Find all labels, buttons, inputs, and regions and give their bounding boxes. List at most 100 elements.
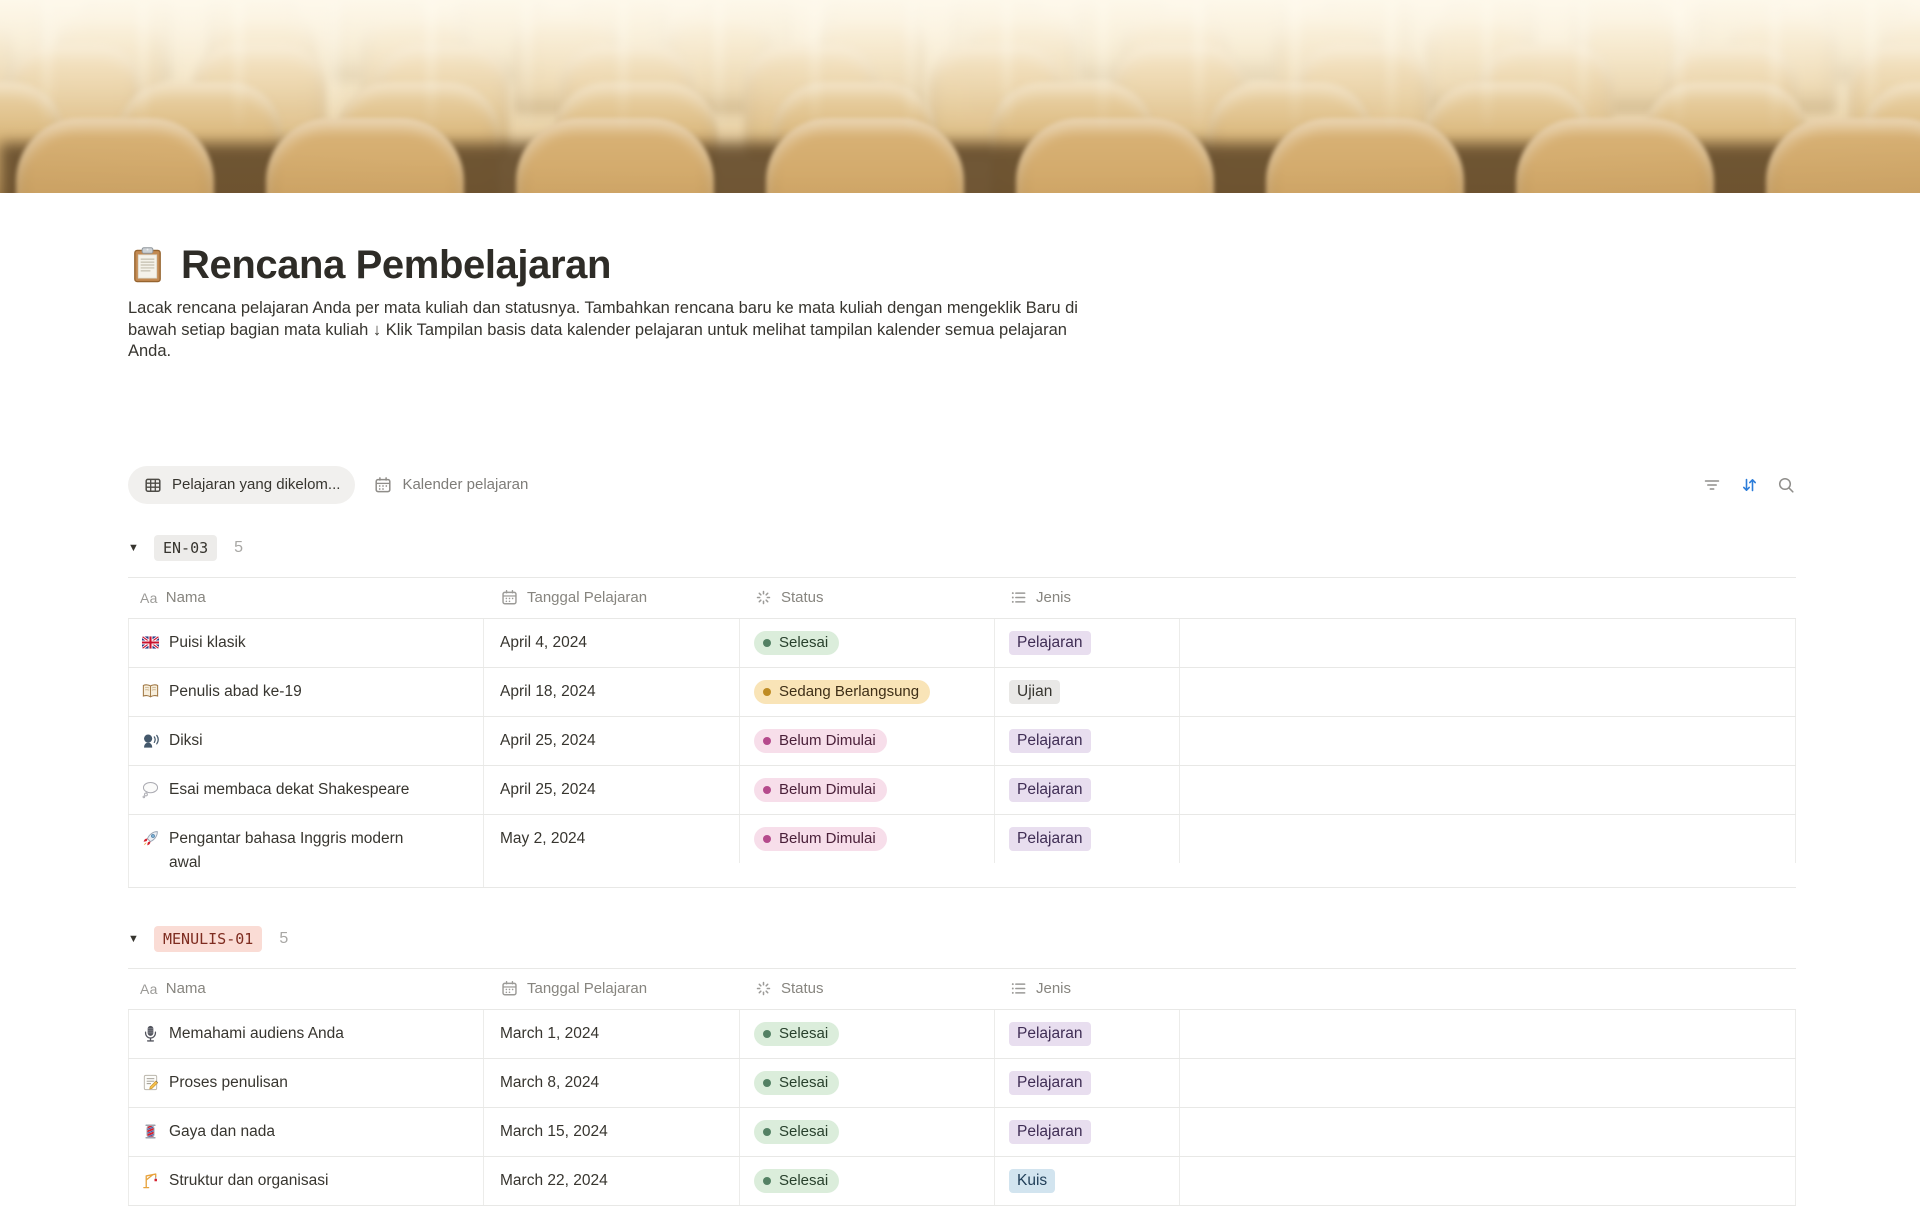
- status-badge: Sedang Berlangsung: [754, 680, 930, 704]
- lesson-name[interactable]: Gaya dan nada: [169, 1120, 275, 1144]
- lesson-name[interactable]: Puisi klasik: [169, 631, 246, 655]
- table-row[interactable]: Pengantar bahasa Inggris modern awal May…: [128, 815, 1796, 888]
- status-cell[interactable]: Belum Dimulai: [740, 766, 995, 814]
- sort-icon[interactable]: [1739, 475, 1759, 495]
- group-tag[interactable]: EN-03: [154, 535, 217, 561]
- barber-pole-icon: [141, 1122, 160, 1141]
- type-cell[interactable]: Pelajaran: [995, 1059, 1180, 1107]
- type-cell[interactable]: Pelajaran: [995, 1108, 1180, 1156]
- lesson-date[interactable]: March 8, 2024: [484, 1059, 740, 1107]
- search-icon[interactable]: [1776, 475, 1796, 495]
- table-row[interactable]: Memahami audiens Anda March 1, 2024 Sele…: [128, 1010, 1796, 1059]
- lesson-name[interactable]: Esai membaca dekat Shakespeare: [169, 778, 409, 802]
- table-row[interactable]: Struktur dan organisasi March 22, 2024 S…: [128, 1157, 1796, 1206]
- crane-icon: [141, 1171, 160, 1190]
- lesson-date[interactable]: April 25, 2024: [484, 766, 740, 814]
- type-cell[interactable]: Ujian: [995, 668, 1180, 716]
- lesson-date[interactable]: March 22, 2024: [484, 1157, 740, 1205]
- status-cell[interactable]: Sedang Berlangsung: [740, 668, 995, 716]
- lesson-date[interactable]: April 18, 2024: [484, 668, 740, 716]
- group-count: 5: [234, 539, 243, 557]
- column-header-type[interactable]: Jenis: [995, 588, 1180, 607]
- collapse-toggle-icon[interactable]: ▼: [128, 933, 154, 945]
- type-cell[interactable]: Pelajaran: [995, 619, 1180, 667]
- lesson-name[interactable]: Memahami audiens Anda: [169, 1022, 344, 1046]
- lesson-date[interactable]: April 4, 2024: [484, 619, 740, 667]
- column-header-name[interactable]: Aa Nama: [128, 589, 484, 606]
- page-description: Lacak rencana pelajaran Anda per mata ku…: [128, 298, 1082, 363]
- cover-image: [0, 0, 1920, 193]
- table-header: Aa Nama Tanggal Pelajaran Status Jenis: [128, 577, 1796, 619]
- table-row[interactable]: Diksi April 25, 2024 Belum Dimulai Pelaj…: [128, 717, 1796, 766]
- table-en03: Aa Nama Tanggal Pelajaran Status Jenis P…: [128, 577, 1796, 888]
- status-cell[interactable]: Selesai: [740, 619, 995, 667]
- lesson-name[interactable]: Pengantar bahasa Inggris modern awal: [169, 827, 421, 875]
- column-header-name[interactable]: Aa Nama: [128, 980, 484, 997]
- view-toolbar: Pelajaran yang dikelom... Kalender pelaj…: [128, 461, 1796, 509]
- table-menulis01: Aa Nama Tanggal Pelajaran Status Jenis M…: [128, 968, 1796, 1206]
- type-badge: Ujian: [1009, 680, 1060, 704]
- text-type-icon: Aa: [140, 981, 158, 997]
- lesson-name[interactable]: Struktur dan organisasi: [169, 1169, 328, 1193]
- lesson-date[interactable]: March 1, 2024: [484, 1010, 740, 1058]
- tab-lesson-calendar[interactable]: Kalender pelajaran: [373, 475, 528, 495]
- type-cell[interactable]: Kuis: [995, 1157, 1180, 1205]
- column-header-date[interactable]: Tanggal Pelajaran: [484, 979, 740, 998]
- table-row[interactable]: Proses penulisan March 8, 2024 Selesai P…: [128, 1059, 1796, 1108]
- lesson-date[interactable]: March 15, 2024: [484, 1108, 740, 1156]
- lesson-name[interactable]: Proses penulisan: [169, 1071, 288, 1095]
- empty-cell: [1180, 1157, 1796, 1205]
- calendar-icon: [500, 588, 519, 607]
- page-title: Rencana Pembelajaran: [181, 243, 611, 288]
- calendar-view-icon: [373, 475, 393, 495]
- status-spinner-icon: [754, 588, 773, 607]
- type-badge: Pelajaran: [1009, 1071, 1091, 1095]
- column-header-status[interactable]: Status: [740, 588, 995, 607]
- column-header-type[interactable]: Jenis: [995, 979, 1180, 998]
- status-cell[interactable]: Selesai: [740, 1108, 995, 1156]
- table-row[interactable]: Penulis abad ke-19 April 18, 2024 Sedang…: [128, 668, 1796, 717]
- status-cell[interactable]: Selesai: [740, 1059, 995, 1107]
- status-badge: Selesai: [754, 1120, 839, 1144]
- type-badge: Kuis: [1009, 1169, 1055, 1193]
- empty-cell: [1180, 717, 1796, 765]
- lesson-date[interactable]: April 25, 2024: [484, 717, 740, 765]
- table-row[interactable]: Puisi klasik April 4, 2024 Selesai Pelaj…: [128, 619, 1796, 668]
- status-cell[interactable]: Belum Dimulai: [740, 815, 995, 863]
- clipboard-icon: [128, 246, 167, 285]
- open-book-icon: [141, 682, 160, 701]
- type-cell[interactable]: Pelajaran: [995, 717, 1180, 765]
- filter-icon[interactable]: [1702, 475, 1722, 495]
- column-header-date[interactable]: Tanggal Pelajaran: [484, 588, 740, 607]
- calendar-icon: [500, 979, 519, 998]
- uk-flag-icon: [141, 633, 160, 652]
- lesson-name[interactable]: Diksi: [169, 729, 203, 753]
- type-badge: Pelajaran: [1009, 1120, 1091, 1144]
- table-row[interactable]: Esai membaca dekat Shakespeare April 25,…: [128, 766, 1796, 815]
- type-cell[interactable]: Pelajaran: [995, 766, 1180, 814]
- tab-grouped-lessons[interactable]: Pelajaran yang dikelom...: [128, 466, 355, 504]
- lesson-date[interactable]: May 2, 2024: [484, 815, 740, 863]
- collapse-toggle-icon[interactable]: ▼: [128, 542, 154, 554]
- list-icon: [1009, 979, 1028, 998]
- type-badge: Pelajaran: [1009, 827, 1091, 851]
- empty-cell: [1180, 1059, 1796, 1107]
- status-cell[interactable]: Selesai: [740, 1010, 995, 1058]
- rocket-icon: [141, 829, 160, 848]
- status-badge: Selesai: [754, 1169, 839, 1193]
- speaking-head-icon: [141, 731, 160, 750]
- type-cell[interactable]: Pelajaran: [995, 815, 1180, 863]
- type-cell[interactable]: Pelajaran: [995, 1010, 1180, 1058]
- table-row[interactable]: Gaya dan nada March 15, 2024 Selesai Pel…: [128, 1108, 1796, 1157]
- status-badge: Selesai: [754, 1071, 839, 1095]
- group-tag[interactable]: MENULIS-01: [154, 926, 262, 952]
- status-cell[interactable]: Belum Dimulai: [740, 717, 995, 765]
- column-header-status[interactable]: Status: [740, 979, 995, 998]
- status-cell[interactable]: Selesai: [740, 1157, 995, 1205]
- status-badge: Belum Dimulai: [754, 827, 887, 851]
- lesson-name[interactable]: Penulis abad ke-19: [169, 680, 302, 704]
- status-badge: Selesai: [754, 631, 839, 655]
- status-spinner-icon: [754, 979, 773, 998]
- empty-cell: [1180, 766, 1796, 814]
- empty-cell: [1180, 1010, 1796, 1058]
